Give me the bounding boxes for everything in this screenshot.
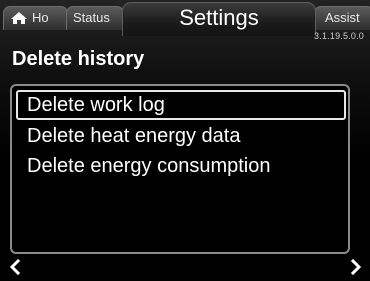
tab-home-label: Ho bbox=[32, 10, 49, 25]
menu-list: Delete work log Delete heat energy data … bbox=[10, 84, 350, 254]
version-label: 3.1.19.5.0.0 bbox=[314, 31, 364, 41]
tab-assist-label: Assist bbox=[325, 10, 360, 25]
list-item-delete-work-log[interactable]: Delete work log bbox=[16, 90, 346, 120]
home-icon bbox=[11, 12, 27, 24]
screen: Ho Status Assist Settings 3.1.19.5.0.0 D… bbox=[0, 0, 370, 281]
list-item-delete-heat-energy-data[interactable]: Delete heat energy data bbox=[16, 122, 346, 152]
tab-home[interactable]: Ho bbox=[3, 6, 68, 30]
chevron-right-icon[interactable] bbox=[348, 258, 364, 276]
tab-settings[interactable]: Settings bbox=[122, 2, 316, 36]
chevron-left-icon[interactable] bbox=[7, 258, 23, 276]
tab-assist[interactable]: Assist bbox=[314, 6, 370, 30]
tab-status-label: Status bbox=[73, 10, 110, 25]
tab-status[interactable]: Status bbox=[66, 6, 124, 30]
tab-settings-label: Settings bbox=[179, 5, 259, 30]
page-title: Delete history bbox=[12, 48, 145, 70]
list-item-delete-energy-consumption[interactable]: Delete energy consumption bbox=[16, 152, 346, 182]
